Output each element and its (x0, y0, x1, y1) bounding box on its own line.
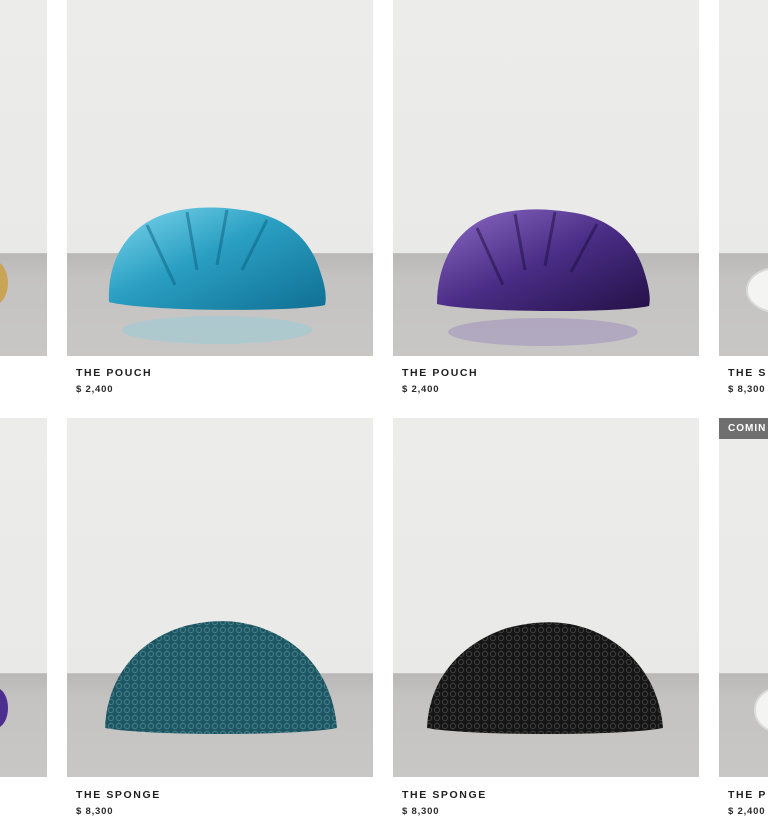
product-card-partial-left-1[interactable] (0, 0, 47, 356)
product-price: $ 2,400 (728, 806, 766, 817)
product-card-partial-left-2[interactable] (0, 418, 47, 777)
product-price: $ 2,400 (402, 384, 440, 395)
sponge-white-image-partial (746, 267, 768, 313)
sponge-black-image (427, 622, 663, 734)
metallic-pouch-purple-image (437, 209, 650, 346)
product-name[interactable]: THE P (728, 789, 767, 801)
product-card-pouch-purple[interactable]: THE POUCH $ 2,400 (393, 0, 699, 400)
product-name[interactable]: THE S (728, 367, 767, 379)
product-name[interactable]: THE POUCH (402, 367, 478, 379)
sponge-white-image-partial (754, 689, 768, 731)
product-price: $ 2,400 (76, 384, 114, 395)
product-image[interactable] (0, 418, 47, 777)
coming-soon-badge: COMIN (719, 418, 768, 439)
product-card-sponge-teal[interactable]: THE SPONGE $ 8,300 (67, 418, 373, 823)
product-name[interactable]: THE SPONGE (402, 789, 487, 801)
metallic-pouch-blue-image (108, 207, 326, 344)
bag-image-partial (0, 689, 8, 727)
product-image[interactable] (0, 0, 47, 356)
product-price: $ 8,300 (728, 384, 766, 395)
product-card-sponge-black[interactable]: THE SPONGE $ 8,300 (393, 418, 699, 823)
product-image[interactable] (67, 0, 373, 356)
product-price: $ 8,300 (76, 806, 114, 817)
product-price: $ 8,300 (402, 806, 440, 817)
product-image[interactable] (67, 418, 373, 777)
product-image[interactable] (719, 418, 768, 777)
product-card-partial-right-2[interactable]: COMIN THE P $ 2,400 (719, 418, 768, 823)
sponge-teal-image (105, 621, 337, 734)
product-card-partial-right-1[interactable]: THE S $ 8,300 (719, 0, 768, 400)
product-image[interactable] (393, 0, 699, 356)
product-name[interactable]: THE SPONGE (76, 789, 161, 801)
product-image[interactable] (393, 418, 699, 777)
product-name[interactable]: THE POUCH (76, 367, 152, 379)
bag-image-partial (0, 263, 8, 303)
product-image[interactable] (719, 0, 768, 356)
product-card-pouch-blue[interactable]: THE POUCH $ 2,400 (67, 0, 373, 400)
